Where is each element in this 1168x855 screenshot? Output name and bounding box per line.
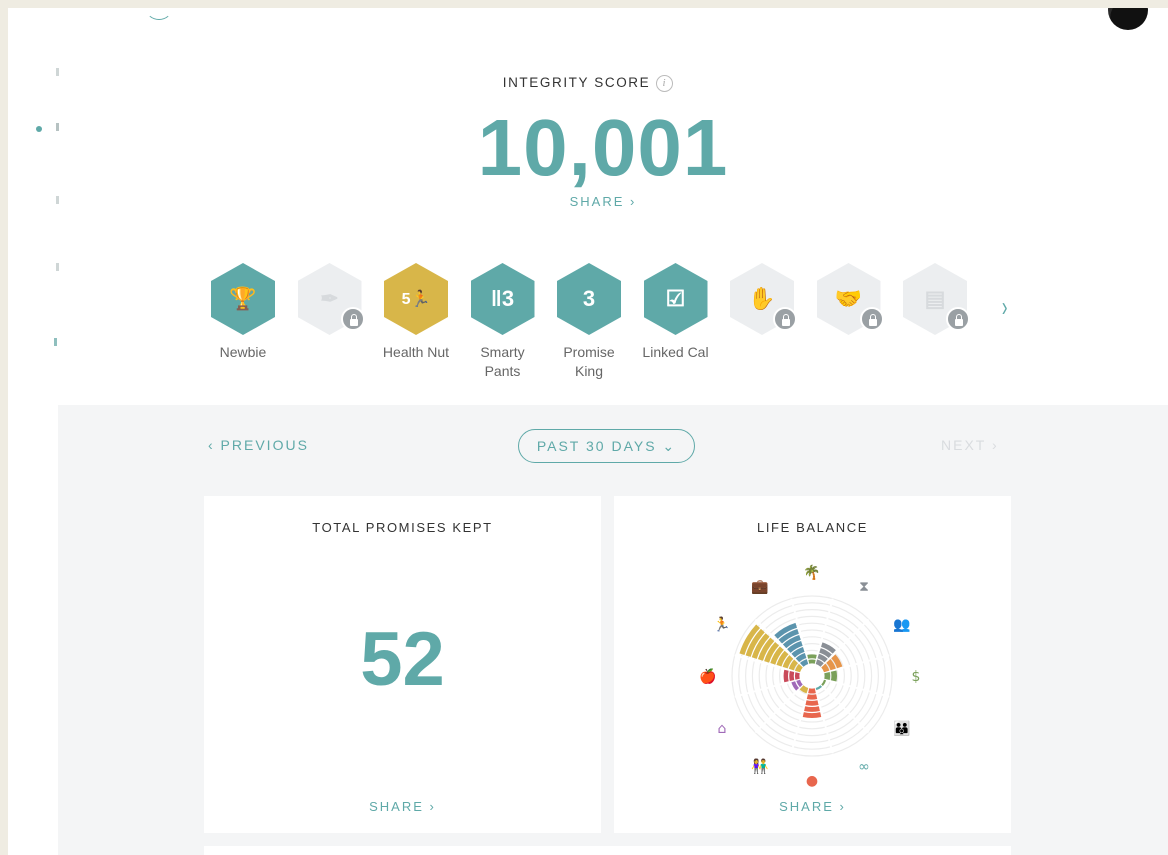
- chart-divider: [814, 687, 834, 754]
- lock-icon: [340, 307, 365, 331]
- balance-segment-apple: [789, 670, 795, 682]
- runner-icon: 🏃: [713, 616, 730, 633]
- badge-linked-cal[interactable]: ☑ Linked Cal: [641, 263, 711, 362]
- balance-segment-family: [821, 679, 827, 687]
- badge-newbie[interactable]: 🏆 Newbie: [208, 263, 278, 362]
- life-balance-card: LIFE BALANCE 🌴 ⧗ 👥 $ 👪 ∞ ● 👫 ⌂ 🍎 🏃 💼 SHARE ›: [614, 496, 1011, 833]
- chart-divider: [790, 687, 810, 754]
- badges-row: 🏆 Newbie ✒ 5🏃 Health Nut ‖3 Smarty Pants 3 Promi…: [208, 263, 1028, 393]
- balance-segment-brain: [808, 688, 816, 694]
- previous-period-button[interactable]: ‹ PREVIOUS: [208, 437, 309, 453]
- balance-segment-apple: [794, 672, 800, 680]
- integrity-score-label: INTEGRITY SCORE i: [8, 75, 1168, 92]
- apple-icon: 🍎: [699, 667, 716, 685]
- share-promises-button[interactable]: SHARE ›: [204, 799, 601, 814]
- total-promises-value: 52: [360, 617, 445, 702]
- balance-segment-brain: [805, 700, 819, 706]
- chart-divider: [823, 678, 890, 698]
- lock-icon: [859, 307, 884, 331]
- family-icon: 👪: [893, 720, 910, 737]
- badge-label: Linked Cal: [642, 344, 709, 360]
- avatar[interactable]: [1108, 8, 1148, 30]
- balance-segment-palm-tree: [808, 659, 816, 664]
- life-balance-chart: 🌴 ⧗ 👥 $ 👪 ∞ ● 👫 ⌂ 🍎 🏃 💼: [699, 564, 921, 789]
- dollar-icon: $: [912, 669, 921, 685]
- balance-segment-dollar: [824, 671, 831, 681]
- badge-label: Promise King: [563, 344, 615, 379]
- app-window: INTEGRITY SCORE i 10,001 SHARE › 🏆 Newbie ✒…: [8, 8, 1168, 855]
- total-promises-title: TOTAL PROMISES KEPT: [312, 520, 493, 535]
- integrity-score-value: 10,001: [477, 103, 729, 192]
- couple-icon: 👫: [751, 758, 769, 775]
- badge-label: Smarty Pants: [480, 344, 525, 379]
- balance-segment-dollar: [830, 670, 837, 682]
- lock-icon: [773, 307, 797, 331]
- badge-hex-icon: ☑: [643, 263, 708, 335]
- palm-tree-icon: 🌴: [803, 564, 820, 581]
- badge-promise-king[interactable]: 3 Promise King: [554, 263, 624, 381]
- badge-locked-1[interactable]: ✒: [295, 263, 365, 343]
- home-icon: ⌂: [717, 721, 726, 737]
- share-balance-button[interactable]: SHARE ›: [614, 799, 1011, 814]
- badge-hex-icon: ‖3: [470, 263, 535, 335]
- share-score-button[interactable]: SHARE ›: [8, 194, 1168, 209]
- balance-segment-apple: [783, 669, 789, 683]
- badge-hex-icon: 5🏃: [384, 263, 448, 335]
- badge-locked-7[interactable]: 🤝: [814, 263, 884, 343]
- badge-label: Newbie: [219, 344, 267, 360]
- chart-divider: [734, 678, 801, 698]
- lock-icon: [946, 307, 970, 331]
- balance-segment-brain: [802, 712, 822, 718]
- badge-smarty-pants[interactable]: ‖3 Smarty Pants: [468, 263, 538, 381]
- people-icon: 👥: [893, 617, 910, 633]
- badge-hex-icon: 🏆: [211, 263, 275, 335]
- brain-icon: ●: [806, 773, 818, 789]
- infinity-icon: ∞: [858, 759, 870, 775]
- life-balance-title: LIFE BALANCE: [757, 520, 868, 535]
- hourglass-icon: ⧗: [859, 579, 869, 595]
- briefcase-icon: 💼: [751, 579, 769, 595]
- balance-segment-palm-tree: [807, 654, 817, 659]
- badge-hex-icon: 3: [557, 263, 621, 335]
- badges-next-arrow-icon[interactable]: ›: [1002, 291, 1008, 323]
- balance-segment-infinity: [815, 685, 823, 691]
- badge-locked-8[interactable]: ▤: [900, 263, 970, 343]
- badge-label: Health Nut: [382, 344, 450, 360]
- sidebar-item-5[interactable]: [54, 338, 57, 346]
- next-card-peek: [204, 846, 1011, 855]
- total-promises-card: TOTAL PROMISES KEPT 52 SHARE ›: [204, 496, 601, 833]
- badge-locked-6[interactable]: ✋: [727, 263, 797, 343]
- next-period-button[interactable]: NEXT ›: [941, 437, 999, 453]
- info-icon[interactable]: i: [656, 75, 674, 92]
- badge-health-nut[interactable]: 5🏃 Health Nut: [381, 263, 451, 362]
- integrity-score-title: INTEGRITY SCORE: [502, 75, 651, 91]
- balance-segment-brain: [804, 706, 820, 712]
- sidebar-item-4[interactable]: [56, 263, 59, 271]
- stats-section: ‹ PREVIOUS PAST 30 DAYS ⌄ NEXT › TOTAL P…: [58, 405, 1168, 855]
- balance-segment-brain: [806, 694, 818, 700]
- period-selector[interactable]: PAST 30 DAYS ⌄: [518, 429, 695, 463]
- menu-arc-icon[interactable]: [146, 8, 172, 20]
